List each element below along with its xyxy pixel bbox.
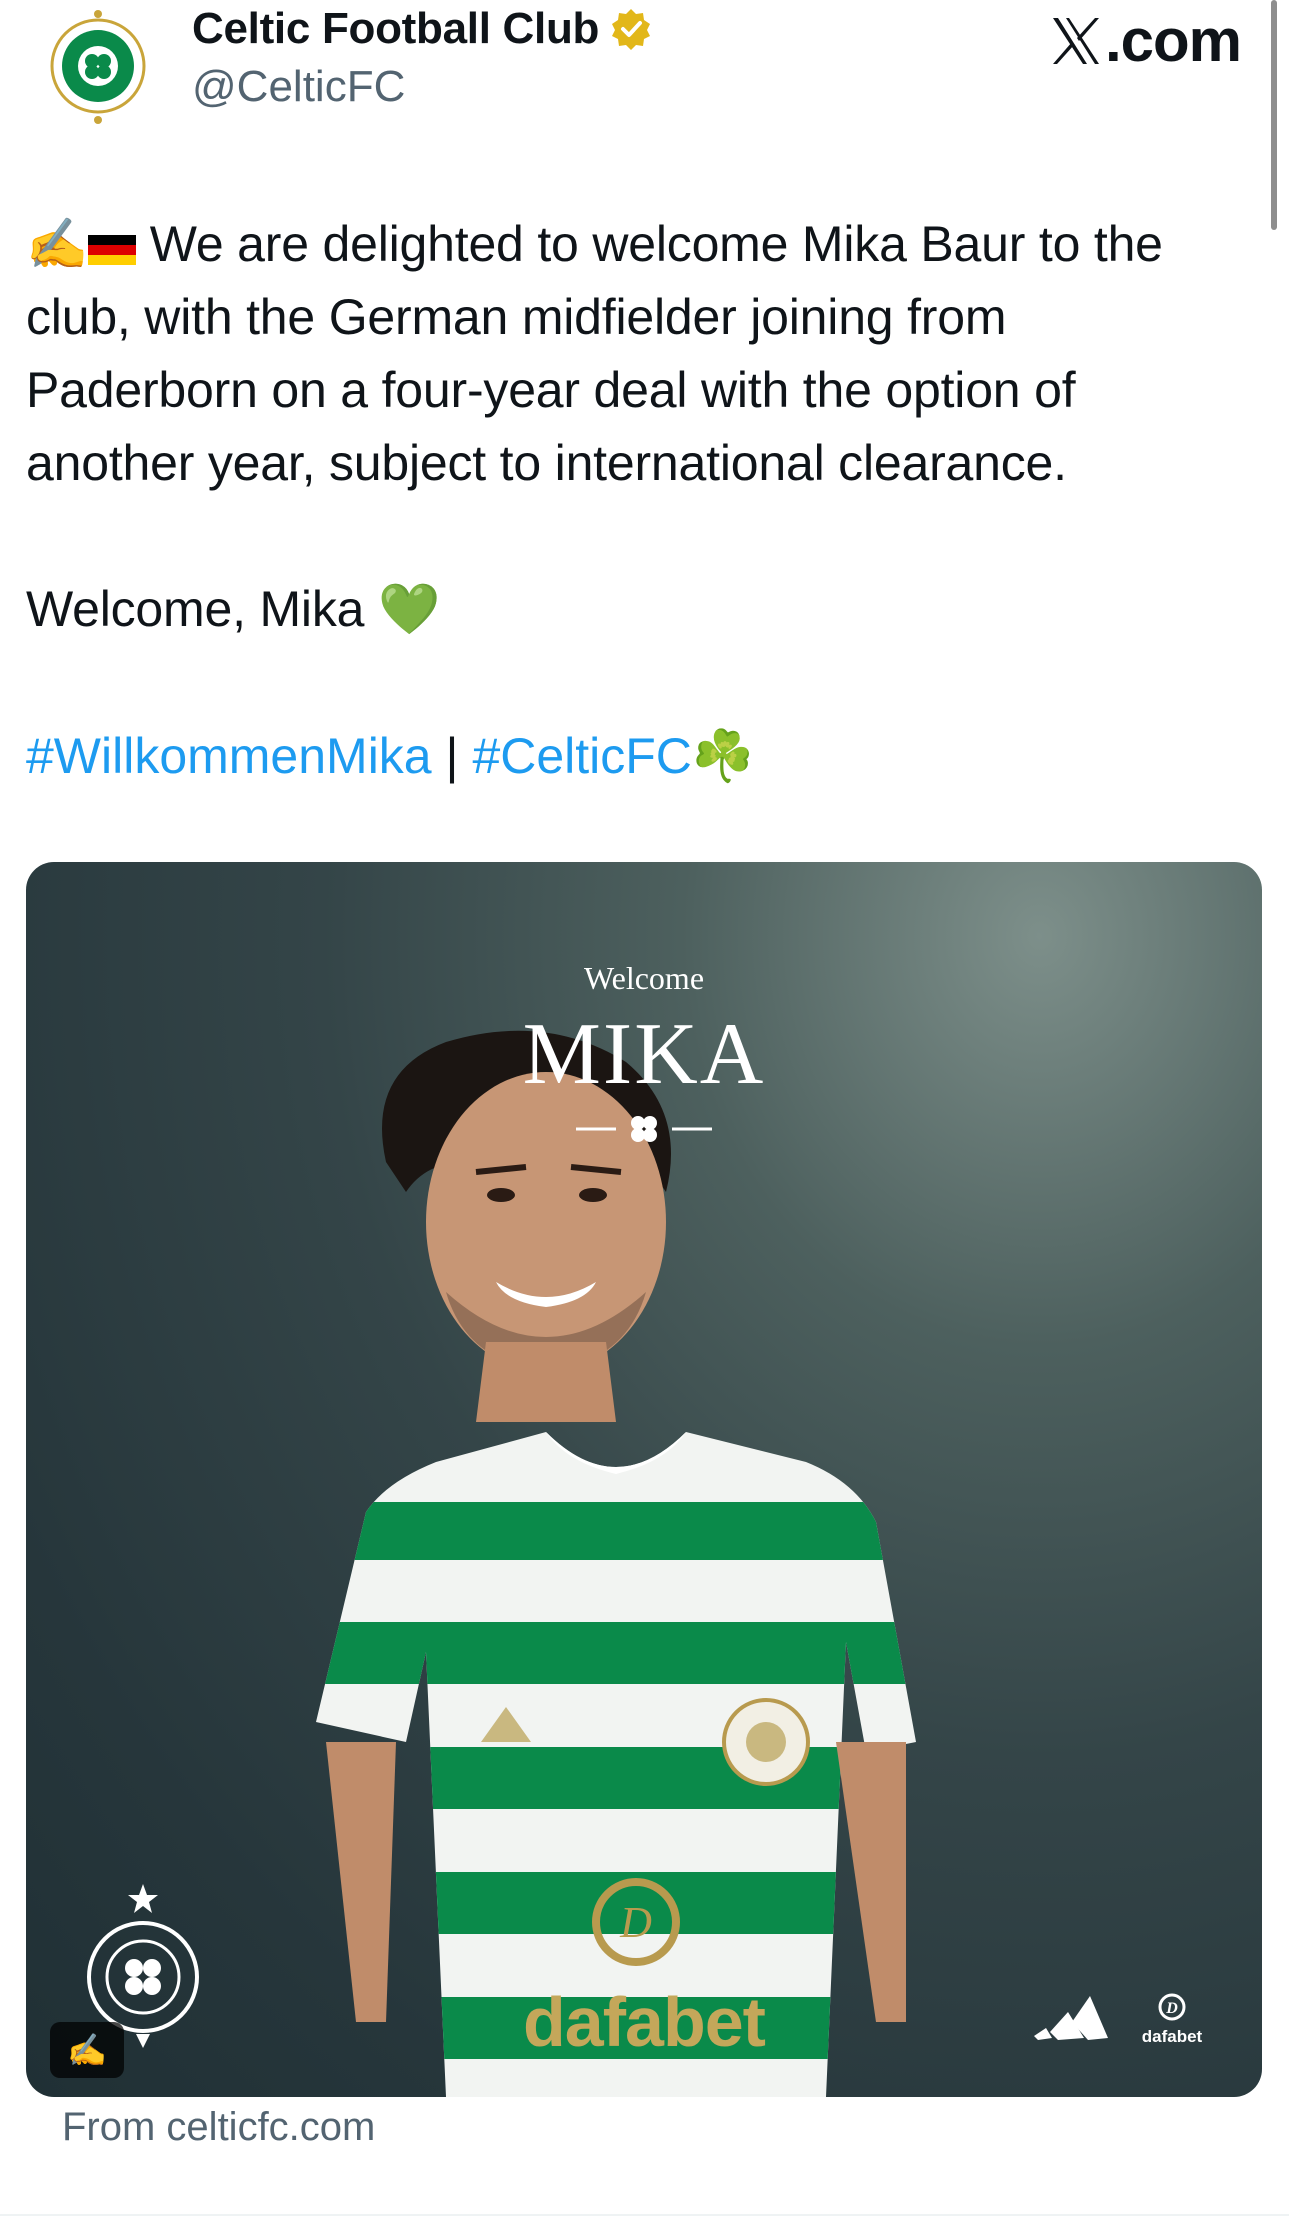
writing-hand-emoji: ✍️ bbox=[26, 216, 89, 272]
shamrock-emoji: ☘️ bbox=[691, 728, 755, 784]
display-name[interactable]: Celtic Football Club bbox=[192, 4, 599, 54]
svg-text:D: D bbox=[619, 1898, 652, 1947]
hashtag-separator: | bbox=[445, 728, 459, 784]
handle[interactable]: @CelticFC bbox=[192, 62, 405, 112]
hashtag-willkommenmika[interactable]: #WillkommenMika bbox=[26, 728, 432, 784]
link-card-source[interactable]: From celticfc.com bbox=[62, 2105, 375, 2150]
dafabet-logo: D dafabet bbox=[1132, 1992, 1212, 2046]
green-heart-emoji: 💚 bbox=[377, 581, 440, 637]
tweet-paragraph-1: ✍️ We are delighted to welcome Mika Baur… bbox=[26, 208, 1246, 500]
shirt-sponsor-text: dafabet bbox=[523, 1983, 766, 2061]
dafabet-logo-icon: D bbox=[1158, 1993, 1186, 2021]
display-name-row[interactable]: Celtic Football Club bbox=[192, 4, 653, 54]
hashtag-celticfc[interactable]: #CelticFC bbox=[472, 728, 691, 784]
tweet-body: ✍️ We are delighted to welcome Mika Baur… bbox=[26, 208, 1246, 646]
welcome-heading: Welcome bbox=[583, 960, 705, 996]
writing-hand-badge: ✍️ bbox=[50, 2022, 124, 2078]
german-flag-icon bbox=[88, 235, 137, 265]
verified-badge-icon bbox=[612, 9, 651, 50]
tweet-paragraph-2: Welcome, Mika 💚 bbox=[26, 573, 1246, 646]
adidas-logo-icon bbox=[1034, 1996, 1108, 2040]
tweet-header: Celtic Football Club @CelticFC .com bbox=[0, 0, 1289, 230]
player-name-heading: MIKA bbox=[522, 1006, 766, 1103]
tweet-media-image[interactable]: D Welcome MIKA dafabet ✍️ D dafabet bbox=[26, 862, 1262, 2097]
svg-text:D: D bbox=[1165, 2000, 1178, 2017]
x-logo-icon bbox=[1052, 17, 1099, 64]
x-com-watermark: .com bbox=[1049, 6, 1242, 75]
shamrock-divider-icon bbox=[576, 1116, 712, 1142]
dafabet-logo-text: dafabet bbox=[1141, 2027, 1203, 2046]
scrollbar[interactable] bbox=[1271, 0, 1277, 230]
x-com-label: .com bbox=[1104, 7, 1242, 74]
celtic-crest-avatar[interactable] bbox=[48, 8, 148, 126]
hashtag-line: #WillkommenMika | #CelticFC☘️ bbox=[26, 720, 754, 793]
tweet-announcement-text: We are delighted to welcome Mika Baur to… bbox=[26, 216, 1163, 491]
welcome-text: Welcome, Mika bbox=[26, 581, 365, 637]
